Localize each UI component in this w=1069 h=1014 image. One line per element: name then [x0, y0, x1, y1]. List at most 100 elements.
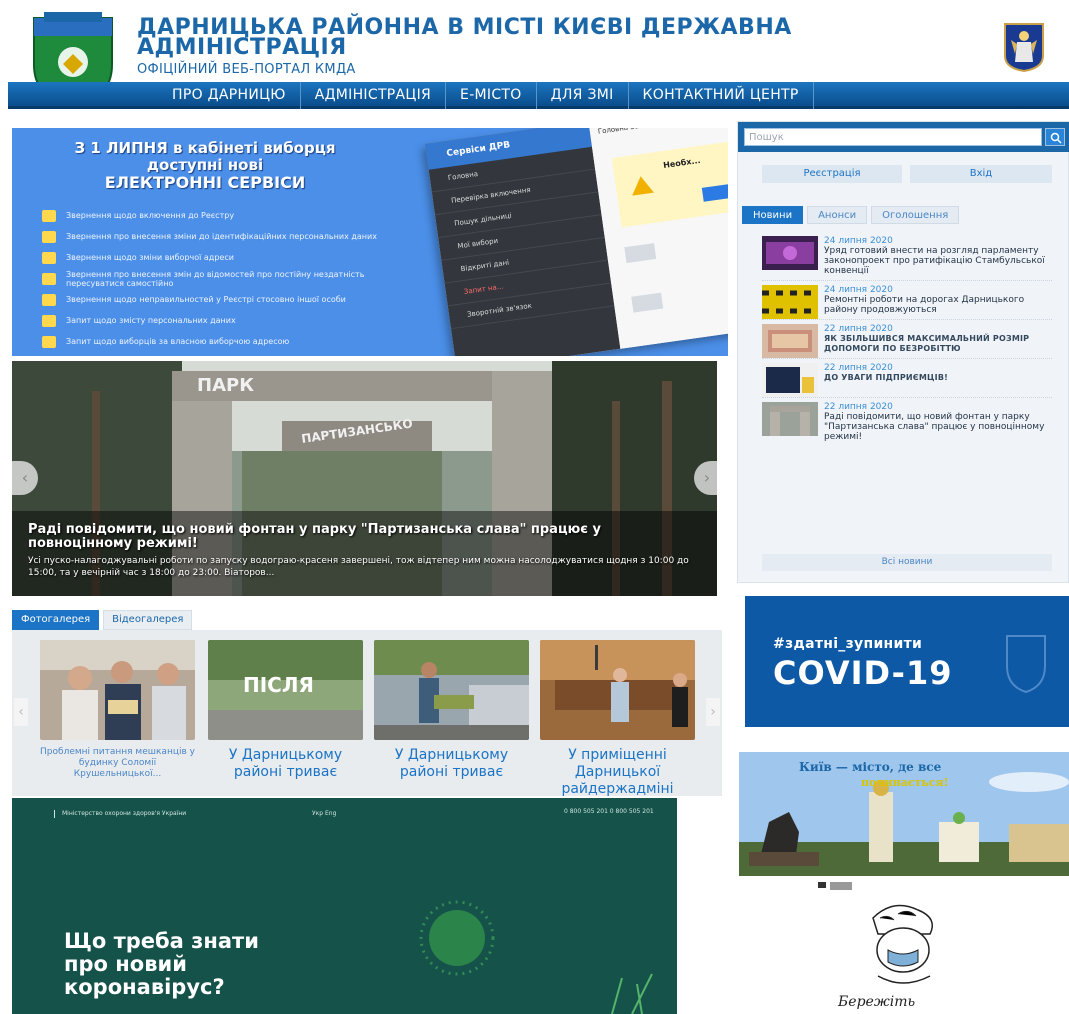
tab-notices[interactable]: Оголошення	[871, 206, 960, 224]
mockup-sidebar: Сервіси ДРВ Головна Перевірка включення …	[425, 128, 621, 356]
slide-text: Усі пуско-налагоджувальні роботи по запу…	[28, 556, 689, 578]
news-date: 22 липня 2020	[824, 402, 893, 412]
mockup-warning-button	[701, 182, 728, 202]
nav-item-about-darnytsia[interactable]: ПРО ДАРНИЦЮ	[158, 82, 301, 109]
promo-title-line3: ЕЛЕКТРОННІ СЕРВІСИ	[104, 173, 306, 192]
news-item[interactable]: 22 липня 2020 Раді повідомити, що новий …	[762, 398, 1052, 446]
gallery-item[interactable]: ПІСЛЯ У Дарницькому районі триває	[208, 640, 363, 796]
warning-icon	[629, 174, 654, 196]
promo-services-list: Звернення щодо включення до Реєстру Звер…	[42, 206, 422, 353]
nav-item-administration[interactable]: АДМІНІСТРАЦІЯ	[301, 82, 447, 109]
news-title[interactable]: Уряд готовий внести на розгляд парламент…	[824, 246, 1052, 276]
news-title[interactable]: ЯК ЗБІЛЬШИВСЯ МАКСИМАЛЬНИЙ РОЗМІР ДОПОМО…	[824, 334, 1052, 354]
site-title[interactable]: ДАРНИЦЬКА РАЙОННА В МІСТІ КИЄВІ ДЕРЖАВНА…	[137, 17, 837, 59]
mockup-warning-card: Необх...	[611, 138, 728, 228]
gallery-caption[interactable]: У приміщенні Дарницької райдержадміні	[540, 747, 695, 796]
service-icon	[42, 335, 56, 348]
nav-item-for-media[interactable]: ДЛЯ ЗМІ	[537, 82, 629, 109]
promo-service-item: Звернення про внесення зміни до ідентифі…	[42, 227, 422, 246]
news-item[interactable]: 22 липня 2020 ДО УВАГИ ПІДПРИЄМЦІВ!	[762, 359, 1052, 398]
news-slider[interactable]: ПАРК ПАРТИЗАНСЬКО ‹ › Раді повідомити, щ…	[12, 361, 717, 596]
news-title[interactable]: Раді повідомити, що новий фонтан у парку…	[824, 412, 1052, 442]
ministry-label: Міністерство охорони здоров'я України	[62, 810, 187, 817]
mockup-tabs: Головна Запит...	[588, 128, 728, 145]
login-button[interactable]: Вхід	[910, 165, 1052, 183]
kyiv-banner-text: Київ — місто, де все	[799, 760, 942, 774]
news-thumbnail	[762, 363, 818, 397]
slide-title[interactable]: Раді повідомити, що новий фонтан у парку…	[28, 523, 688, 551]
service-icon	[42, 293, 56, 306]
promo-service-label: Звернення про внесення зміни до ідентифі…	[66, 232, 377, 241]
promo-service-label: Звернення про внесення змін до відомосте…	[66, 269, 365, 288]
gallery-caption[interactable]: У Дарницькому районі триває	[374, 747, 529, 796]
promo-service-item: Звернення про внесення змін до відомосте…	[42, 269, 422, 288]
coronavirus-headline-line: про новий	[64, 952, 187, 976]
mockup-card	[631, 292, 664, 313]
promo-title-line2: доступні нові	[146, 156, 264, 174]
service-icon	[42, 251, 56, 264]
kyiv-banner-text-2: починається!	[861, 776, 949, 789]
news-date: 24 липня 2020	[824, 285, 893, 295]
gallery-overlay-text: ПІСЛЯ	[243, 673, 314, 697]
search-bar	[738, 122, 1069, 152]
service-icon	[42, 230, 56, 243]
news-item[interactable]: 24 липня 2020 Уряд готовий внести на роз…	[762, 232, 1052, 281]
news-date: 22 липня 2020	[824, 363, 893, 373]
news-date: 24 липня 2020	[824, 236, 893, 246]
language-switch[interactable]: Укр Eng	[312, 810, 336, 817]
register-button[interactable]: Реєстрація	[762, 165, 902, 183]
news-date: 22 липня 2020	[824, 324, 893, 334]
search-icon	[1050, 132, 1062, 144]
promo-title-line1: З 1 ЛИПНЯ в кабінеті виборця	[74, 139, 336, 157]
gallery-caption[interactable]: У Дарницькому районі триває	[208, 747, 363, 796]
gallery-item[interactable]: У приміщенні Дарницької райдержадміні	[540, 640, 695, 796]
all-news-button[interactable]: Всі новини	[762, 554, 1052, 571]
tab-news[interactable]: Новини	[742, 206, 804, 224]
nav-item-e-city[interactable]: Е-МІСТО	[446, 82, 537, 109]
news-title[interactable]: ДО УВАГИ ПІДПРИЄМЦІВ!	[824, 373, 1052, 383]
kyiv-emblem-icon[interactable]	[1003, 22, 1045, 72]
covid-title: COVID-19	[773, 654, 953, 692]
gallery-photo: ПІСЛЯ	[208, 640, 363, 740]
nav-item-contact-center[interactable]: КОНТАКТНИЙ ЦЕНТР	[629, 82, 814, 109]
news-item[interactable]: 22 липня 2020 ЯК ЗБІЛЬШИВСЯ МАКСИМАЛЬНИЙ…	[762, 320, 1052, 359]
tab-photo-gallery[interactable]: Фотогалерея	[12, 610, 100, 630]
mask-poster[interactable]: Бережіть	[818, 878, 988, 1014]
promo-service-label: Звернення щодо включення до Реєстру	[66, 211, 235, 220]
gallery-caption[interactable]: Проблемні питання мешканців у будинку Со…	[40, 747, 195, 793]
gallery-photo	[540, 640, 695, 740]
gallery-prev-button[interactable]: ‹	[14, 698, 28, 726]
gallery-item[interactable]: Проблемні питання мешканців у будинку Со…	[40, 640, 195, 793]
promo-service-label: Звернення щодо зміни виборчої адреси	[66, 253, 234, 262]
news-thumbnail	[762, 402, 818, 436]
promo-title: З 1 ЛИПНЯ в кабінеті виборця доступні но…	[40, 139, 370, 192]
tab-video-gallery[interactable]: Відеогалерея	[103, 610, 193, 630]
site-subtitle: ОФІЦІЙНИЙ ВЕБ-ПОРТАЛ КМДА	[137, 62, 356, 77]
kyiv-city-banner[interactable]: Київ — місто, де все починається!	[739, 752, 1069, 876]
news-title[interactable]: Ремонтні роботи на дорогах Дарницького р…	[824, 295, 1052, 315]
coronavirus-info-banner[interactable]: Міністерство охорони здоров'я України Ук…	[12, 798, 677, 1014]
tab-announcements[interactable]: Анонси	[807, 206, 868, 224]
news-item[interactable]: 24 липня 2020 Ремонтні роботи на дорогах…	[762, 281, 1052, 320]
promo-service-item: Звернення щодо включення до Реєстру	[42, 206, 422, 225]
search-input[interactable]	[744, 128, 1042, 146]
page: ДАРНИЦЬКА РАЙОННА В МІСТІ КИЄВІ ДЕРЖАВНА…	[0, 0, 1069, 1014]
gallery-item[interactable]: У Дарницькому районі триває	[374, 640, 529, 796]
voter-services-banner[interactable]: З 1 ЛИПНЯ в кабінеті виборця доступні но…	[12, 128, 728, 356]
site-header: ДАРНИЦЬКА РАЙОННА В МІСТІ КИЄВІ ДЕРЖАВНА…	[0, 0, 1069, 112]
service-icon	[42, 314, 56, 327]
gallery-tabs: Фотогалерея Відеогалерея	[12, 610, 196, 630]
promo-service-item: Запит щодо виборців за власною виборчою …	[42, 332, 422, 351]
service-icon	[42, 272, 56, 285]
promo-service-item: Запит щодо змісту персональних даних	[42, 311, 422, 330]
search-button[interactable]	[1045, 128, 1065, 146]
coronavirus-headline-line: коронавірус?	[64, 975, 225, 999]
gallery-next-button[interactable]: ›	[706, 698, 720, 726]
mockup-warning-text: Необх...	[662, 155, 702, 170]
promo-service-item: Звернення щодо зміни виборчої адреси	[42, 248, 422, 267]
gallery-photo	[40, 640, 195, 740]
news-thumbnail	[762, 324, 818, 358]
covid-banner[interactable]: #здатні_зупинити COVID-19	[745, 596, 1069, 727]
mockup-card	[624, 243, 657, 264]
coronavirus-headline: Що треба знати про новий коронавірус?	[64, 930, 259, 999]
